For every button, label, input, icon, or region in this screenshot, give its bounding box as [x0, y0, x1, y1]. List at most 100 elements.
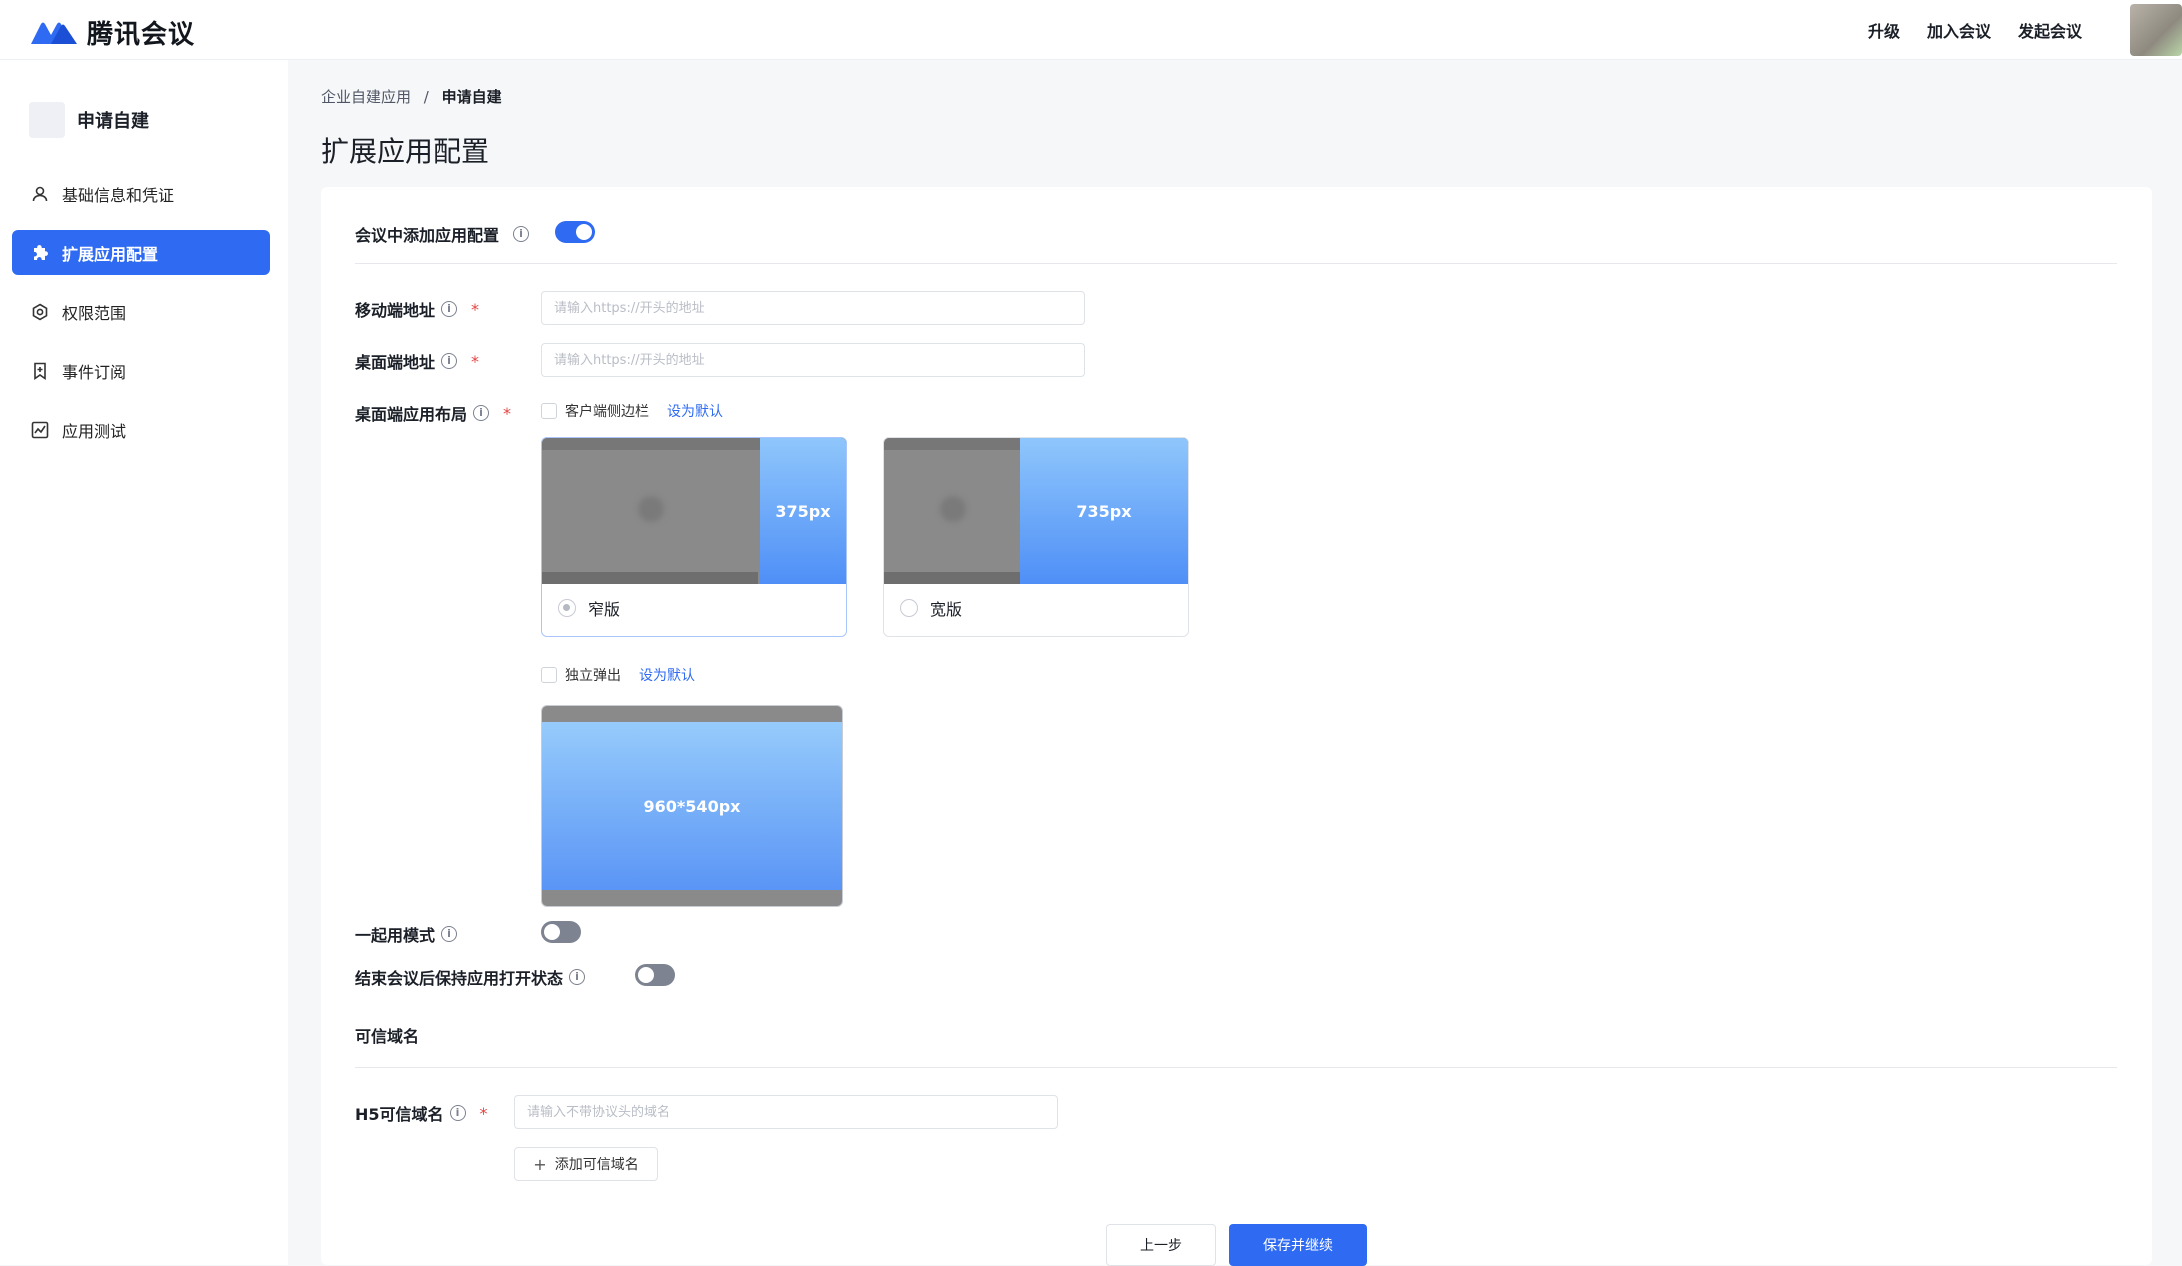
sidebar-item-app-testing[interactable]: 应用测试: [12, 407, 270, 452]
keep-open-toggle[interactable]: [635, 964, 675, 986]
tencent-meeting-logo-icon: [31, 22, 77, 44]
desktop-layout-text: 桌面端应用布局: [355, 405, 468, 424]
info-icon[interactable]: i: [441, 926, 458, 942]
desktop-url-text: 桌面端地址: [355, 353, 436, 372]
user-icon: [32, 186, 48, 201]
puzzle-icon: [34, 244, 48, 260]
divider: [355, 1067, 2117, 1068]
wide-width-label: 735px: [1076, 501, 1132, 521]
shield-gear-icon: [32, 303, 48, 320]
narrow-width-label: 375px: [775, 501, 831, 521]
toggle-knob: [576, 224, 592, 240]
config-card: 会议中添加应用配置 i 移动端地址 i * 桌面端地址 i * 桌面端应用布局 …: [321, 187, 2152, 1265]
keep-open-text: 结束会议后保持应用打开状态: [355, 969, 564, 988]
upgrade-link[interactable]: 升级: [1868, 18, 1900, 42]
add-trusted-domain-button[interactable]: + 添加可信域名: [514, 1147, 658, 1181]
breadcrumb-current: 申请自建: [441, 88, 502, 106]
in-meeting-config-text: 会议中添加应用配置: [355, 226, 500, 245]
narrow-layout-preview: 375px: [542, 438, 846, 584]
info-icon[interactable]: i: [569, 969, 586, 985]
mobile-url-input[interactable]: [541, 291, 1085, 325]
narrow-layout-card[interactable]: 375px 窄版: [541, 437, 847, 637]
popup-option-label: 独立弹出: [565, 668, 621, 684]
together-mode-text: 一起用模式: [355, 926, 436, 945]
info-icon[interactable]: i: [449, 1105, 466, 1121]
narrow-radio-row: 窄版: [558, 596, 620, 620]
sidebar-item-label: 应用测试: [62, 421, 127, 441]
wide-radio[interactable]: [900, 599, 918, 617]
join-meeting-link[interactable]: 加入会议: [1927, 18, 1991, 42]
popup-size-label: 960*540px: [643, 796, 741, 816]
page-title: 扩展应用配置: [321, 135, 490, 168]
app-name: 腾讯会议: [87, 20, 196, 50]
required-mark: *: [503, 403, 512, 423]
preview-avatar: [638, 496, 664, 522]
required-mark: *: [471, 299, 480, 319]
in-meeting-config-toggle[interactable]: [555, 221, 595, 243]
popup-screen: 960*540px: [542, 722, 842, 890]
popup-option-checkbox[interactable]: [541, 667, 557, 683]
narrow-label: 窄版: [588, 600, 621, 619]
sidebar-item-label: 权限范围: [62, 303, 127, 323]
sidebar: 申请自建 基础信息和凭证 扩展应用配置 权限范围 事件订阅 应用测试: [0, 60, 288, 1265]
info-icon[interactable]: i: [441, 353, 458, 369]
preview-toolbar: [542, 572, 758, 584]
trusted-domain-section-title: 可信域名: [355, 1027, 420, 1046]
header-actions: 升级 加入会议 发起会议: [1868, 18, 2082, 42]
wide-radio-row: 宽版: [900, 596, 962, 620]
divider: [355, 263, 2117, 264]
together-mode-label: 一起用模式 i: [355, 922, 458, 946]
preview-avatar: [940, 496, 966, 522]
breadcrumb: 企业自建应用 / 申请自建: [321, 86, 502, 107]
h5-domain-input[interactable]: [514, 1095, 1058, 1129]
sidebar-item-extension-config[interactable]: 扩展应用配置: [12, 230, 270, 275]
start-meeting-link[interactable]: 发起会议: [2018, 18, 2082, 42]
popup-set-default-link[interactable]: 设为默认: [639, 665, 695, 685]
wide-layout-preview: 735px: [884, 438, 1188, 584]
mobile-url-text: 移动端地址: [355, 301, 436, 320]
sidebar-option-label: 客户端侧边栏: [565, 404, 649, 420]
toggle-knob: [638, 967, 654, 983]
sidebar-app-name: 申请自建: [77, 111, 149, 132]
sidebar-item-permissions[interactable]: 权限范围: [12, 289, 270, 334]
info-icon[interactable]: i: [513, 226, 530, 242]
info-icon[interactable]: i: [473, 405, 490, 421]
wide-width-panel: 735px: [1020, 438, 1188, 584]
sidebar-option-checkbox[interactable]: [541, 403, 557, 419]
top-header: 腾讯会议 升级 加入会议 发起会议: [0, 0, 2182, 60]
app-logo[interactable]: 腾讯会议: [29, 14, 195, 51]
required-mark: *: [479, 1103, 488, 1123]
info-icon[interactable]: i: [441, 301, 458, 317]
h5-domain-label: H5可信域名 i *: [355, 1101, 488, 1125]
add-trusted-domain-label: 添加可信域名: [554, 1157, 639, 1173]
narrow-radio[interactable]: [558, 599, 576, 617]
popup-layout-preview: 960*540px: [541, 705, 843, 907]
mobile-url-label: 移动端地址 i *: [355, 297, 479, 321]
save-and-continue-button[interactable]: 保存并继续: [1229, 1224, 1367, 1266]
chart-icon: [31, 421, 49, 438]
user-avatar[interactable]: [2130, 4, 2182, 56]
sidebar-item-label: 扩展应用配置: [62, 244, 159, 264]
toggle-knob: [544, 924, 560, 940]
sidebar-item-label: 基础信息和凭证: [62, 185, 175, 205]
previous-step-button[interactable]: 上一步: [1106, 1224, 1216, 1266]
breadcrumb-separator: /: [423, 88, 429, 106]
bookmark-icon: [34, 362, 46, 380]
keep-open-label: 结束会议后保持应用打开状态 i: [355, 965, 586, 989]
app-icon: [29, 102, 65, 138]
together-mode-toggle[interactable]: [541, 921, 581, 943]
sidebar-item-event-subscription[interactable]: 事件订阅: [12, 348, 270, 393]
desktop-url-label: 桌面端地址 i *: [355, 349, 479, 373]
breadcrumb-parent[interactable]: 企业自建应用: [321, 88, 411, 106]
sidebar-set-default-link[interactable]: 设为默认: [667, 401, 723, 421]
wide-layout-card[interactable]: 735px 宽版: [883, 437, 1189, 637]
sidebar-app-header: 申请自建: [29, 102, 149, 138]
plus-icon: +: [533, 1154, 547, 1174]
sidebar-item-basic-info[interactable]: 基础信息和凭证: [12, 171, 270, 216]
preview-toolbar: [884, 572, 1020, 584]
desktop-url-input[interactable]: [541, 343, 1085, 377]
narrow-width-panel: 375px: [760, 438, 846, 584]
wide-label: 宽版: [930, 600, 963, 619]
sidebar-item-label: 事件订阅: [62, 362, 127, 382]
h5-domain-text: H5可信域名: [355, 1105, 444, 1124]
